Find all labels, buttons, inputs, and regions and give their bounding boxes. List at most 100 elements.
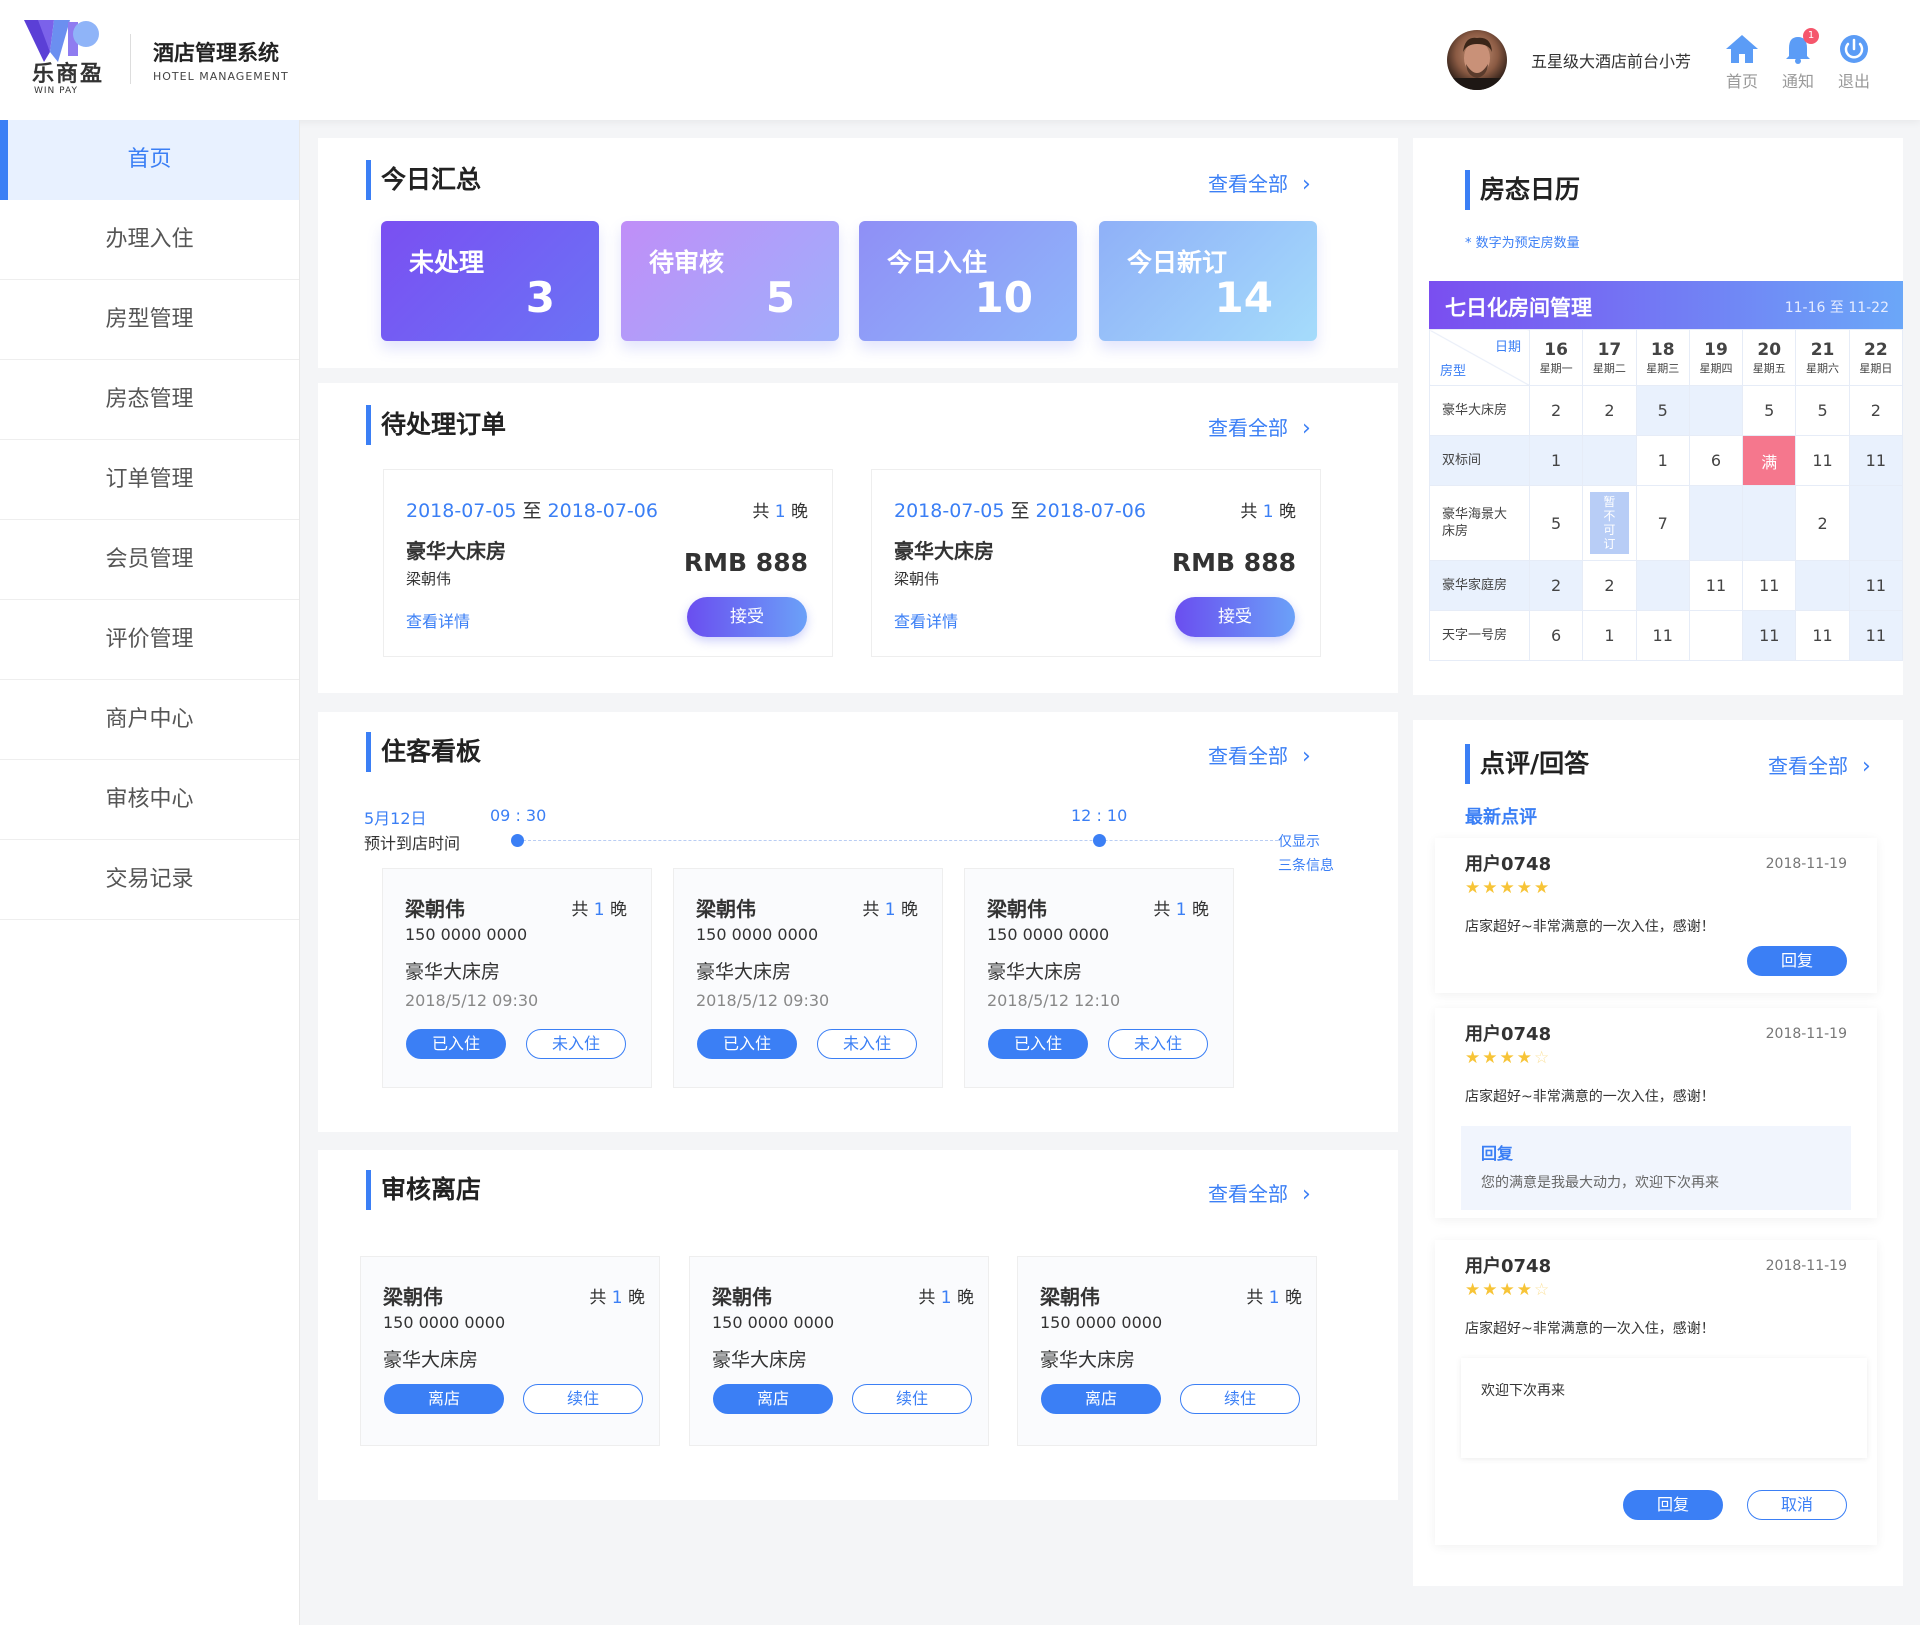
reviews-panel: 点评/回答 查看全部 › 最新点评 用户0748 2018-11-19 ★★★★★… xyxy=(1413,720,1903,1586)
view-detail-link[interactable]: 查看详情 xyxy=(406,608,470,632)
checkout-button[interactable]: 离店 xyxy=(1041,1384,1161,1414)
calendar-corner: 日期 房型 xyxy=(1429,329,1530,386)
home-button[interactable]: 首页 xyxy=(1720,34,1764,92)
calendar-cell[interactable]: 11 xyxy=(1795,435,1850,486)
order-price: RMB 888 xyxy=(683,548,808,577)
sidebar-item-reviews[interactable]: 评价管理 xyxy=(0,600,299,680)
checked-in-button[interactable]: 已入住 xyxy=(988,1029,1088,1059)
calendar-cell[interactable]: 11 xyxy=(1742,610,1797,661)
calendar-cell[interactable]: 2 xyxy=(1848,385,1904,436)
stat-card-new-today[interactable]: 今日新订 14 xyxy=(1099,221,1317,341)
cancel-button[interactable]: 取消 xyxy=(1747,1490,1847,1520)
sidebar-item-home[interactable]: 首页 xyxy=(0,120,299,200)
calendar-cell[interactable]: 2 xyxy=(1528,385,1584,436)
calendar-cell[interactable]: 5 xyxy=(1635,385,1690,436)
not-checked-in-button[interactable]: 未入住 xyxy=(1108,1029,1208,1059)
stat-label: 今日入住 xyxy=(887,248,988,277)
view-all-link[interactable]: 查看全部 › xyxy=(1208,168,1311,197)
guest-card: 梁朝伟 共 1 晚 150 0000 0000 豪华大床房 2018/5/12 … xyxy=(964,868,1234,1088)
not-checked-in-button[interactable]: 未入住 xyxy=(526,1029,626,1059)
reply-submit-button[interactable]: 回复 xyxy=(1623,1490,1723,1520)
calendar-cell[interactable]: 2 xyxy=(1582,385,1637,436)
sidebar-item-audit[interactable]: 审核中心 xyxy=(0,760,299,840)
guest-phone: 150 0000 0000 xyxy=(696,925,819,944)
guest-name: 梁朝伟 xyxy=(987,897,1047,921)
checked-in-button[interactable]: 已入住 xyxy=(697,1029,797,1059)
view-detail-link[interactable]: 查看详情 xyxy=(894,608,958,632)
accept-button[interactable]: 接受 xyxy=(1175,597,1295,637)
calendar-cell[interactable]: 5 xyxy=(1528,485,1584,561)
reply-button[interactable]: 回复 xyxy=(1747,946,1847,976)
calendar-cell[interactable]: 7 xyxy=(1635,485,1690,561)
calendar-cell[interactable]: 11 xyxy=(1848,610,1904,661)
avatar[interactable] xyxy=(1447,30,1507,90)
calendar-cell[interactable] xyxy=(1742,485,1797,561)
calendar-cell[interactable]: 2 xyxy=(1582,560,1637,611)
calendar-cell[interactable]: 6 xyxy=(1688,435,1744,486)
brand-logo[interactable]: 乐商盈 WIN PAY xyxy=(24,18,108,100)
guest-phone: 150 0000 0000 xyxy=(383,1313,506,1332)
calendar-cell[interactable]: 2 xyxy=(1528,560,1584,611)
order-guest: 梁朝伟 xyxy=(406,570,452,588)
calendar-cell[interactable]: 11 xyxy=(1742,560,1797,611)
calendar-cell[interactable] xyxy=(1582,435,1637,486)
calendar-cell[interactable] xyxy=(1688,385,1744,436)
calendar-cell[interactable]: 11 xyxy=(1848,560,1904,611)
notification-button[interactable]: 1 通知 xyxy=(1776,28,1820,92)
calendar-cell[interactable] xyxy=(1688,485,1744,561)
day-header: 16 星期一 xyxy=(1528,329,1584,386)
stat-card-checkin-today[interactable]: 今日入住 10 xyxy=(859,221,1077,341)
calendar-cell[interactable]: 1 xyxy=(1635,435,1690,486)
home-icon xyxy=(1726,35,1758,63)
calendar-cell-unavailable[interactable]: 暂不可订 xyxy=(1582,485,1637,561)
timeline-time: 09 : 30 xyxy=(490,806,547,825)
room-calendar-panel: 房态日历 * 数字为预定房数量 七日化房间管理 11-16 至 11-22 日期… xyxy=(1413,138,1904,695)
calendar-cell[interactable]: 5 xyxy=(1742,385,1797,436)
checkout-button[interactable]: 离店 xyxy=(713,1384,833,1414)
order-dates: 2018-07-05 至 2018-07-06 xyxy=(406,496,658,523)
reply-input[interactable]: 欢迎下次再来 xyxy=(1461,1358,1867,1458)
calendar-cell-full[interactable]: 满 xyxy=(1742,435,1797,486)
calendar-cell[interactable] xyxy=(1795,560,1850,611)
calendar-cell[interactable]: 6 xyxy=(1528,610,1584,661)
timeline-note: 仅显示 三条信息 xyxy=(1278,830,1334,878)
checked-in-button[interactable]: 已入住 xyxy=(406,1029,506,1059)
sidebar-item-merchant[interactable]: 商户中心 xyxy=(0,680,299,760)
calendar-cell[interactable] xyxy=(1635,560,1690,611)
not-checked-in-button[interactable]: 未入住 xyxy=(817,1029,917,1059)
sidebar-item-orders[interactable]: 订单管理 xyxy=(0,440,299,520)
extend-stay-button[interactable]: 续住 xyxy=(1180,1384,1300,1414)
calendar-cell[interactable]: 11 xyxy=(1688,560,1744,611)
notification-badge: 1 xyxy=(1803,28,1819,44)
nights-count: 1 xyxy=(1262,502,1274,522)
checkout-button[interactable]: 离店 xyxy=(384,1384,504,1414)
calendar-cell[interactable]: 5 xyxy=(1795,385,1850,436)
reply-input-value: 欢迎下次再来 xyxy=(1481,1383,1565,1399)
sidebar-item-checkin[interactable]: 办理入住 xyxy=(0,200,299,280)
sidebar-item-room-status[interactable]: 房态管理 xyxy=(0,360,299,440)
logout-button[interactable]: 退出 xyxy=(1832,34,1876,92)
calendar-cell[interactable] xyxy=(1688,610,1744,661)
calendar-cell[interactable]: 11 xyxy=(1848,435,1904,486)
sidebar-item-transactions[interactable]: 交易记录 xyxy=(0,840,299,920)
extend-stay-button[interactable]: 续住 xyxy=(523,1384,643,1414)
accept-button[interactable]: 接受 xyxy=(687,597,807,637)
calendar-cell[interactable] xyxy=(1848,485,1904,561)
view-all-link[interactable]: 查看全部 › xyxy=(1208,412,1311,441)
calendar-cell[interactable]: 1 xyxy=(1582,610,1637,661)
stat-card-pending[interactable]: 未处理 3 xyxy=(381,221,599,341)
view-all-link[interactable]: 查看全部 › xyxy=(1208,740,1311,769)
calendar-cell[interactable]: 11 xyxy=(1795,610,1850,661)
view-all-link[interactable]: 查看全部 › xyxy=(1768,750,1871,779)
review-text: 店家超好~非常满意的一次入住，感谢！ xyxy=(1465,919,1715,935)
sidebar-item-members[interactable]: 会员管理 xyxy=(0,520,299,600)
calendar-cell[interactable]: 2 xyxy=(1795,485,1850,561)
view-all-link[interactable]: 查看全部 › xyxy=(1208,1178,1311,1207)
extend-stay-button[interactable]: 续住 xyxy=(852,1384,972,1414)
calendar-cell[interactable]: 1 xyxy=(1528,435,1584,486)
stat-card-review[interactable]: 待审核 5 xyxy=(621,221,839,341)
system-subtitle: HOTEL MANAGEMENT xyxy=(153,70,289,83)
calendar-cell[interactable]: 11 xyxy=(1635,610,1690,661)
sidebar-item-room-types[interactable]: 房型管理 xyxy=(0,280,299,360)
review-text: 店家超好~非常满意的一次入住，感谢！ xyxy=(1465,1089,1715,1105)
